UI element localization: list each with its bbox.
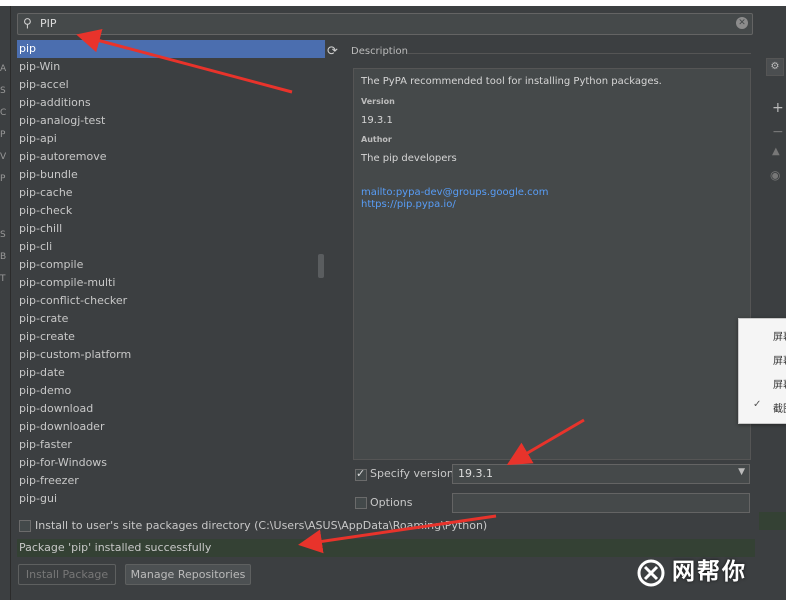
package-list[interactable]: pip pip-Win pip-accel pip-additions pip-anal…: [17, 40, 317, 514]
package-list-item[interactable]: pip-compile: [17, 256, 317, 274]
package-summary: The PyPA recommended tool for installing…: [361, 76, 662, 87]
gutter-glyph: V: [0, 152, 7, 162]
options-field[interactable]: [452, 493, 750, 513]
context-menu-item[interactable]: 屏幕: [739, 347, 786, 369]
gutter-glyph: P: [0, 130, 6, 140]
settings-gear-icon[interactable]: ⚙: [766, 58, 784, 76]
gutter-glyph: P: [0, 174, 6, 184]
install-package-button[interactable]: Install Package: [18, 564, 116, 585]
specify-version-label: Specify version: [370, 467, 454, 480]
clear-search-icon[interactable]: ✕: [736, 17, 748, 29]
search-input[interactable]: [40, 15, 720, 32]
package-author: The pip developers: [361, 153, 457, 164]
package-list-item[interactable]: pip-Win: [17, 58, 317, 76]
available-packages-dialog: ⚲ ✕ pippip-Winpip-accelpip-additionspip-…: [10, 6, 759, 600]
upgrade-icon[interactable]: ▲: [772, 146, 780, 157]
package-list-item[interactable]: pip-crate: [17, 310, 317, 328]
package-list-item[interactable]: pip-cli: [17, 238, 317, 256]
checkmark-icon: ✓: [753, 399, 762, 410]
package-list-item[interactable]: pip-downloader: [17, 418, 317, 436]
remove-icon[interactable]: −: [772, 124, 784, 140]
gutter-glyph: B: [0, 252, 7, 262]
description-separator: [407, 53, 751, 54]
package-list-item[interactable]: pip-faster: [17, 436, 317, 454]
package-list-scrollbar[interactable]: [317, 40, 325, 514]
add-icon[interactable]: +: [772, 100, 784, 116]
gutter-glyph: T: [0, 274, 6, 284]
package-list-item[interactable]: pip-download: [17, 400, 317, 418]
package-list-item[interactable]: pip-api: [17, 130, 317, 148]
version-dropdown[interactable]: 19.3.1 ▼: [452, 464, 750, 484]
package-list-item[interactable]: pip-chill: [17, 220, 317, 238]
description-label: Description: [351, 46, 408, 57]
context-menu-item[interactable]: ✓截图: [739, 395, 786, 417]
mailto-link[interactable]: mailto:pypa-dev@groups.google.com: [361, 187, 548, 198]
context-menu-item[interactable]: 屏幕: [739, 323, 786, 345]
reload-list-icon[interactable]: ⟳: [327, 44, 338, 59]
version-heading: Version: [361, 97, 395, 106]
package-list-item[interactable]: pip-analogj-test: [17, 112, 317, 130]
scrollbar-thumb[interactable]: [318, 254, 324, 278]
package-list-item[interactable]: pip-conflict-checker: [17, 292, 317, 310]
package-list-item[interactable]: pip-cache: [17, 184, 317, 202]
package-list-item[interactable]: pip-for-Windows: [17, 454, 317, 472]
package-list-item[interactable]: pip-freezer: [17, 472, 317, 490]
package-list-item[interactable]: pip-autoremove: [17, 148, 317, 166]
watermark-text: 网帮你: [672, 559, 747, 585]
package-list-item[interactable]: pip: [17, 40, 317, 58]
ide-right-toolbar: ⚙ + − ▲ ◉: [758, 6, 786, 600]
description-panel: The PyPA recommended tool for installing…: [353, 68, 751, 460]
package-list-item[interactable]: pip-check: [17, 202, 317, 220]
gutter-glyph: S: [0, 86, 6, 96]
background-status-strip: [758, 512, 786, 530]
package-list-item[interactable]: pip-demo: [17, 382, 317, 400]
package-list-item[interactable]: pip-create: [17, 328, 317, 346]
context-menu: 屏幕 屏幕 屏幕 ✓截图: [738, 318, 786, 424]
eye-icon[interactable]: ◉: [770, 168, 780, 182]
selection-extension: [317, 40, 325, 58]
install-user-label: Install to user's site packages director…: [35, 519, 488, 532]
options-checkbox[interactable]: [355, 497, 367, 509]
watermark-logo-icon: [637, 559, 665, 586]
package-version: 19.3.1: [361, 115, 393, 126]
manage-repositories-button[interactable]: Manage Repositories: [125, 564, 251, 585]
package-list-item[interactable]: pip-compile-multi: [17, 274, 317, 292]
package-list-item[interactable]: pip-date: [17, 364, 317, 382]
version-dropdown-value: 19.3.1: [458, 467, 493, 480]
install-user-checkbox[interactable]: [19, 520, 31, 532]
author-heading: Author: [361, 135, 392, 144]
package-list-item[interactable]: pip-custom-platform: [17, 346, 317, 364]
package-list-item[interactable]: pip-bundle: [17, 166, 317, 184]
homepage-link[interactable]: https://pip.pypa.io/: [361, 199, 456, 210]
chevron-down-icon: ▼: [738, 467, 745, 477]
watermark: 网帮你: [636, 552, 747, 588]
gutter-glyph: A: [0, 64, 7, 74]
package-list-item[interactable]: pip-gui: [17, 490, 317, 508]
gutter-glyph: S: [0, 230, 6, 240]
specify-version-checkbox[interactable]: [355, 467, 367, 481]
package-list-item[interactable]: pip-accel: [17, 76, 317, 94]
package-list-item[interactable]: pip-additions: [17, 94, 317, 112]
options-label: Options: [370, 496, 413, 509]
search-icon: ⚲: [23, 16, 32, 30]
package-search-box[interactable]: ⚲ ✕: [17, 13, 753, 35]
gutter-glyph: C: [0, 108, 7, 118]
context-menu-item[interactable]: 屏幕: [739, 371, 786, 393]
